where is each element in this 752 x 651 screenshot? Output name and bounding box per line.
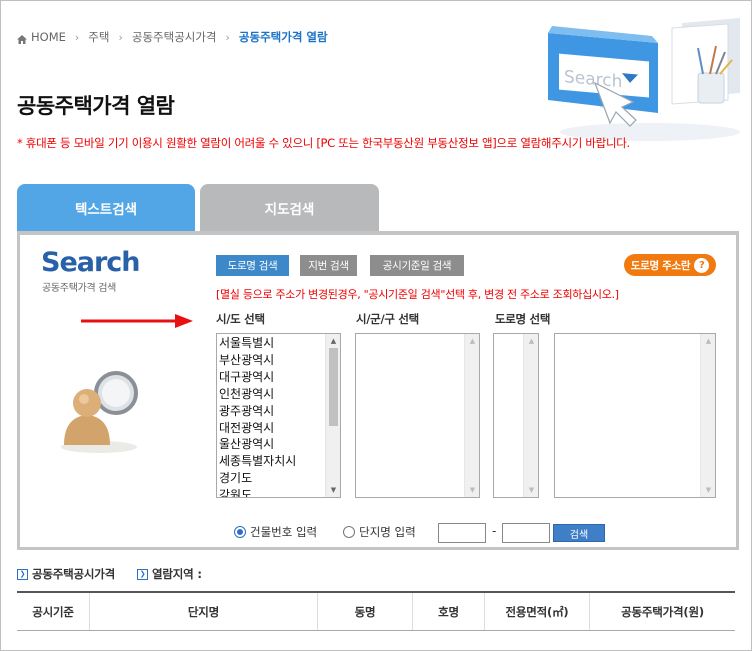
sido-option[interactable]: 경기도 xyxy=(219,470,324,487)
red-arrow-icon xyxy=(81,314,193,328)
sido-option[interactable]: 서울특별시 xyxy=(219,335,324,352)
search-panel-title: Search xyxy=(41,247,141,278)
home-icon[interactable] xyxy=(17,33,27,44)
chevron-box-icon: ❯ xyxy=(17,568,28,580)
scroll-up-icon[interactable]: ▲ xyxy=(524,334,538,348)
scroll-thumb[interactable] xyxy=(329,348,338,426)
breadcrumb-home[interactable]: HOME xyxy=(31,30,66,44)
chevron-right-icon: › xyxy=(118,30,123,44)
sido-option[interactable]: 울산광역시 xyxy=(219,436,324,453)
address-change-warning: [멸실 등으로 주소가 변경된경우, "공시기준일 검색"선택 후, 변경 전 … xyxy=(216,288,619,301)
price-heading: 공동주택공시가격 xyxy=(32,567,116,581)
road-name-select-list[interactable]: ▲ ▼ xyxy=(554,333,716,498)
sido-option[interactable]: 인천광역시 xyxy=(219,386,324,403)
lot-number-search-button[interactable]: 지번 검색 xyxy=(300,255,357,276)
complex-name-radio[interactable] xyxy=(343,526,356,538)
road-address-guide-label: 도로명 주소란 xyxy=(630,259,691,272)
building-number-radio[interactable] xyxy=(234,526,246,538)
reference-date-search-button[interactable]: 공시기준일 검색 xyxy=(370,255,464,276)
col-price: 공동주택가격(원) xyxy=(621,604,704,619)
search-panel-subtitle: 공동주택가격 검색 xyxy=(42,283,117,294)
results-table-header: 공시기준 단지명 동명 호명 전용면적(㎡) 공동주택가격(원) xyxy=(17,591,735,631)
breadcrumb-item-price[interactable]: 공동주택공시가격 xyxy=(132,29,217,45)
breadcrumb-item-housing[interactable]: 주택 xyxy=(88,29,109,45)
road-initial-select-list[interactable]: ▲ ▼ xyxy=(493,333,539,498)
sido-scrollbar[interactable]: ▲ ▼ xyxy=(325,334,340,497)
sido-options: 서울특별시 부산광역시 대구광역시 인천광역시 광주광역시 대전광역시 울산광역시 세종특별자… xyxy=(219,335,324,497)
sido-option[interactable]: 광주광역시 xyxy=(219,403,324,420)
sido-option[interactable]: 부산광역시 xyxy=(219,352,324,369)
help-icon: ? xyxy=(694,257,710,273)
search-button[interactable]: 검색 xyxy=(553,524,605,542)
scroll-up-icon[interactable]: ▲ xyxy=(326,334,340,348)
building-number-radio-label[interactable]: 건물번호 입력 xyxy=(250,524,317,540)
number-separator: - xyxy=(492,524,497,538)
col-reference: 공시기준 xyxy=(17,593,90,630)
sigungu-scrollbar[interactable]: ▲ ▼ xyxy=(464,334,479,497)
tab-map-search[interactable]: 지도검색 xyxy=(200,184,379,232)
input-type-radio-group: 건물번호 입력 단지명 입력 xyxy=(234,524,416,540)
scroll-down-icon[interactable]: ▼ xyxy=(524,483,538,497)
result-headings: ❯ 공동주택공시가격 ❯ 열람지역 : xyxy=(17,566,202,582)
complex-name-radio-label[interactable]: 단지명 입력 xyxy=(359,524,416,540)
breadcrumb-current: 공동주택가격 열람 xyxy=(238,30,328,44)
page-title: 공동주택가격 열람 xyxy=(17,94,175,118)
tab-text-search[interactable]: 텍스트검색 xyxy=(17,184,195,232)
road-initial-scrollbar[interactable]: ▲ ▼ xyxy=(523,334,538,497)
sigungu-label: 시/군/구 선택 xyxy=(356,312,419,326)
area-heading: 열람지역 : xyxy=(152,567,202,581)
sido-option[interactable]: 대구광역시 xyxy=(219,369,324,386)
chevron-right-icon: › xyxy=(74,30,80,44)
search-panel: Search 공동주택가격 검색 도로명 검색 지번 검색 공시기준일 검색 도… xyxy=(17,231,739,550)
mobile-notice: * 휴대폰 등 모바일 기기 이용시 원활한 열람이 어려울 수 있으니 [PC… xyxy=(17,136,630,150)
chevron-right-icon: › xyxy=(225,30,230,44)
road-name-scrollbar[interactable]: ▲ ▼ xyxy=(700,334,715,497)
road-name-search-button[interactable]: 도로명 검색 xyxy=(216,255,289,276)
building-main-number-input[interactable] xyxy=(438,523,486,543)
sido-option[interactable]: 강원도 xyxy=(219,487,324,497)
col-complex: 단지명 xyxy=(90,593,318,630)
breadcrumb: HOME › 주택 › 공동주택공시가격 › 공동주택가격 열람 xyxy=(17,29,328,45)
col-area: 전용면적(㎡) xyxy=(485,593,590,630)
road-address-guide-button[interactable]: 도로명 주소란 ? xyxy=(624,254,716,276)
building-sub-number-input[interactable] xyxy=(502,523,550,543)
scroll-down-icon[interactable]: ▼ xyxy=(326,483,340,497)
scroll-up-icon[interactable]: ▲ xyxy=(465,334,479,348)
scroll-down-icon[interactable]: ▼ xyxy=(701,483,715,497)
scroll-down-icon[interactable]: ▼ xyxy=(465,483,479,497)
search-illustration: Search xyxy=(548,18,740,141)
sido-label: 시/도 선택 xyxy=(216,312,265,326)
sido-option[interactable]: 세종특별자치시 xyxy=(219,453,324,470)
col-unit: 호명 xyxy=(413,593,485,630)
col-building: 동명 xyxy=(318,593,413,630)
chevron-box-icon: ❯ xyxy=(137,568,149,580)
sido-select-list[interactable]: 서울특별시 부산광역시 대구광역시 인천광역시 광주광역시 대전광역시 울산광역시 세종특별자… xyxy=(216,333,341,498)
person-magnifier-icon xyxy=(61,371,138,453)
sido-option[interactable]: 대전광역시 xyxy=(219,420,324,437)
sigungu-select-list[interactable]: ▲ ▼ xyxy=(355,333,480,498)
scroll-up-icon[interactable]: ▲ xyxy=(701,334,715,348)
road-label: 도로명 선택 xyxy=(495,312,551,326)
